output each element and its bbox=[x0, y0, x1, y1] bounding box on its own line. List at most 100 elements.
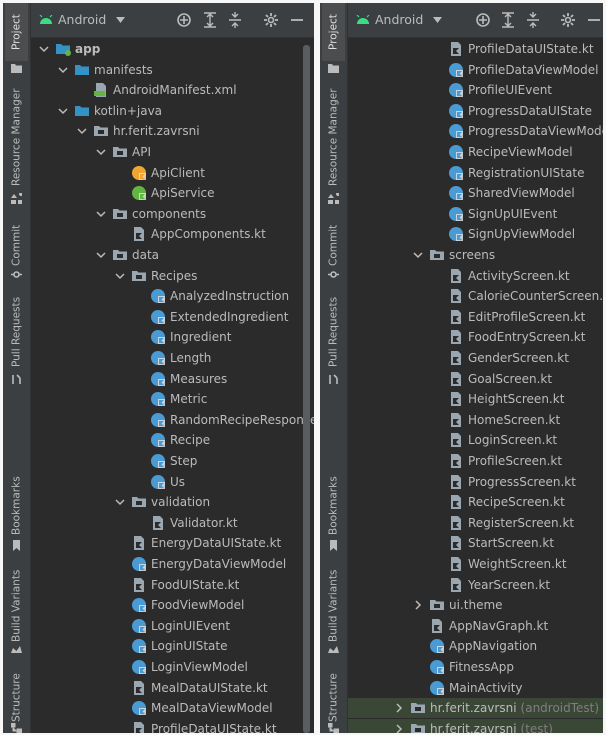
chevron-right-icon[interactable] bbox=[394, 703, 404, 713]
tree-item[interactable]: MealDataViewModel bbox=[31, 698, 314, 718]
tab-commit[interactable]: Commit bbox=[322, 223, 345, 268]
collapse-all-icon[interactable] bbox=[525, 12, 541, 28]
tab-build-variants[interactable]: Build Variants bbox=[5, 570, 28, 642]
tree-item[interactable]: Validator.kt bbox=[31, 513, 314, 533]
tree-item[interactable]: ProfileScreen.kt bbox=[348, 451, 603, 471]
tree-item[interactable]: AppNavigation bbox=[348, 636, 603, 656]
tab-commit[interactable]: Commit bbox=[5, 223, 28, 268]
tree-item[interactable]: RecipeScreen.kt bbox=[348, 492, 603, 512]
chevron-down-icon[interactable] bbox=[39, 44, 49, 54]
tab-bookmarks[interactable]: Bookmarks bbox=[322, 473, 345, 539]
tree-item[interactable]: data bbox=[31, 245, 314, 265]
chevron-down-icon[interactable] bbox=[115, 271, 125, 281]
tree-item[interactable]: HeightScreen.kt bbox=[348, 389, 603, 409]
tree-item[interactable]: FoodEntryScreen.kt bbox=[348, 327, 603, 347]
tree-item[interactable]: CalorieCounterScreen.kt bbox=[348, 286, 603, 306]
chevron-down-icon[interactable] bbox=[58, 65, 68, 75]
tree-item[interactable]: LoginUIState bbox=[31, 636, 314, 656]
tree-item[interactable]: ProfileDataUIState.kt bbox=[348, 39, 603, 59]
tree-item[interactable]: FoodUIState.kt bbox=[31, 575, 314, 595]
tab-structure[interactable]: Structure bbox=[322, 673, 345, 723]
view-selector[interactable]: Android bbox=[356, 12, 447, 27]
tree-item[interactable]: LoginViewModel bbox=[31, 657, 314, 677]
tree-item[interactable]: RecipeViewModel bbox=[348, 142, 603, 162]
expand-all-icon[interactable] bbox=[202, 12, 218, 28]
tab-project[interactable]: Project bbox=[322, 3, 345, 61]
gear-icon[interactable] bbox=[263, 12, 279, 28]
tree-item[interactable]: kotlin+java bbox=[31, 101, 314, 121]
tree-item[interactable]: Length bbox=[31, 348, 314, 368]
tree-item[interactable]: AndroidManifest.xml bbox=[31, 80, 314, 100]
tree-item[interactable]: Ingredient bbox=[31, 327, 314, 347]
tree-item[interactable]: LoginScreen.kt bbox=[348, 430, 603, 450]
tree-item[interactable]: ProgressDataUIState bbox=[348, 101, 603, 121]
tree-item[interactable]: EditProfileScreen.kt bbox=[348, 307, 603, 327]
tree-item[interactable]: Measures bbox=[31, 369, 314, 389]
tab-resource-manager[interactable]: Resource Manager bbox=[5, 85, 28, 189]
tree-item[interactable]: ProfileDataUIState.kt bbox=[31, 719, 314, 733]
chevron-down-icon[interactable] bbox=[58, 106, 68, 116]
chevron-down-icon[interactable] bbox=[115, 497, 125, 507]
tree-item[interactable]: GenderScreen.kt bbox=[348, 348, 603, 368]
tree-item[interactable]: FoodViewModel bbox=[31, 595, 314, 615]
tree-item[interactable]: ExtendedIngredient bbox=[31, 307, 314, 327]
locate-icon[interactable] bbox=[176, 12, 192, 28]
tab-build-variants[interactable]: Build Variants bbox=[322, 570, 345, 642]
chevron-down-icon[interactable] bbox=[96, 147, 106, 157]
tree-item[interactable]: ApiClient bbox=[31, 163, 314, 183]
chevron-down-icon[interactable] bbox=[413, 250, 423, 260]
minimize-icon[interactable] bbox=[586, 12, 602, 28]
tree-item[interactable]: HomeScreen.kt bbox=[348, 410, 603, 430]
tree-item[interactable]: SharedViewModel bbox=[348, 183, 603, 203]
tree-item[interactable]: SignUpViewModel bbox=[348, 224, 603, 244]
tab-structure[interactable]: Structure bbox=[5, 673, 28, 723]
tree-item[interactable]: app bbox=[31, 39, 314, 59]
tree-item[interactable]: AppComponents.kt bbox=[31, 224, 314, 244]
tree-item[interactable]: RegistrationUIState bbox=[348, 163, 603, 183]
tree-item[interactable]: ProgressDataViewModel bbox=[348, 121, 603, 141]
tree-item[interactable]: hr.ferit.zavrsni (androidTest) bbox=[348, 698, 603, 719]
view-selector[interactable]: Android bbox=[39, 12, 130, 27]
tree-item[interactable]: GoalScreen.kt bbox=[348, 369, 603, 389]
tree-item[interactable]: components bbox=[31, 204, 314, 224]
tree-item[interactable]: MainActivity bbox=[348, 678, 603, 698]
chevron-down-icon[interactable] bbox=[96, 209, 106, 219]
tree-item[interactable]: YearScreen.kt bbox=[348, 575, 603, 595]
tree-item[interactable]: manifests bbox=[31, 60, 314, 80]
tree-item[interactable]: ApiService bbox=[31, 183, 314, 203]
tab-pull-requests[interactable]: Pull Requests bbox=[322, 293, 345, 371]
gear-icon[interactable] bbox=[560, 12, 576, 28]
locate-icon[interactable] bbox=[475, 12, 491, 28]
tree-item[interactable]: Us bbox=[31, 472, 314, 492]
tree-item[interactable]: Metric bbox=[31, 389, 314, 409]
tree-item[interactable]: SignUpUIEvent bbox=[348, 204, 603, 224]
tab-resource-manager[interactable]: Resource Manager bbox=[322, 85, 345, 189]
tree-item[interactable]: EnergyDataUIState.kt bbox=[31, 533, 314, 553]
tree-item[interactable]: validation bbox=[31, 492, 314, 512]
chevron-right-icon[interactable] bbox=[413, 600, 423, 610]
tree-item[interactable]: hr.ferit.zavrsni (test) bbox=[348, 718, 603, 733]
expand-all-icon[interactable] bbox=[500, 12, 516, 28]
tree-item[interactable]: AppNavGraph.kt bbox=[348, 616, 603, 636]
tree-item[interactable]: ActivityScreen.kt bbox=[348, 266, 603, 286]
chevron-down-icon[interactable] bbox=[96, 250, 106, 260]
tree-item[interactable]: API bbox=[31, 142, 314, 162]
tab-pull-requests[interactable]: Pull Requests bbox=[5, 293, 28, 371]
tree-item[interactable]: Step bbox=[31, 451, 314, 471]
tree-item[interactable]: MealDataUIState.kt bbox=[31, 678, 314, 698]
tree-item[interactable]: StartScreen.kt bbox=[348, 533, 603, 553]
vertical-scrollbar[interactable] bbox=[303, 45, 310, 733]
tab-bookmarks[interactable]: Bookmarks bbox=[5, 473, 28, 539]
tree-item[interactable]: AnalyzedInstruction bbox=[31, 286, 314, 306]
chevron-right-icon[interactable] bbox=[394, 724, 404, 733]
collapse-all-icon[interactable] bbox=[227, 12, 243, 28]
tree-item[interactable]: RandomRecipeResponse bbox=[31, 410, 314, 430]
tree-item[interactable]: ProfileDataViewModel bbox=[348, 60, 603, 80]
chevron-down-icon[interactable] bbox=[77, 126, 87, 136]
tree-item[interactable]: screens bbox=[348, 245, 603, 265]
tree-item[interactable]: hr.ferit.zavrsni bbox=[31, 121, 314, 141]
tree-item[interactable]: Recipes bbox=[31, 266, 314, 286]
tree-item[interactable]: Recipe bbox=[31, 430, 314, 450]
tree-item[interactable]: ProfileUIEvent bbox=[348, 80, 603, 100]
tree-item[interactable]: ProgressScreen.kt bbox=[348, 472, 603, 492]
